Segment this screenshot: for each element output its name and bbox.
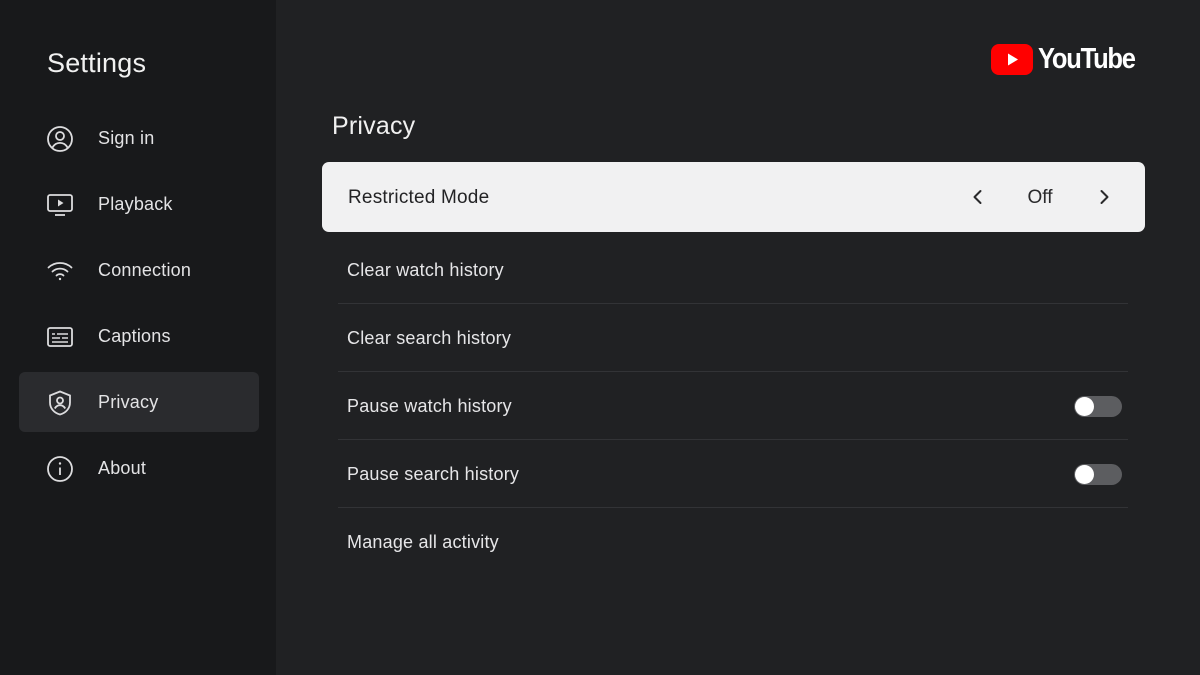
sidebar-item-label: Connection [98, 260, 192, 280]
info-icon [46, 455, 74, 483]
pause-watch-history-toggle[interactable] [1074, 396, 1122, 417]
sidebar-title: Settings [47, 48, 147, 78]
pause-search-history-row[interactable]: Pause search history [338, 440, 1128, 508]
sidebar-item-label: Captions [98, 326, 171, 346]
sidebar-item-privacy[interactable]: Privacy [19, 372, 259, 432]
youtube-play-icon [991, 43, 1033, 75]
youtube-wordmark: YouTube [1038, 42, 1136, 75]
toggle-knob [1075, 465, 1094, 484]
sidebar-item-sign-in[interactable]: Sign in [19, 108, 259, 168]
youtube-logo: YouTube [991, 42, 1148, 76]
page-title: Privacy [332, 112, 416, 140]
sidebar-item-about[interactable]: About [19, 438, 259, 498]
account-circle-icon [46, 125, 74, 153]
tv-play-icon [46, 191, 74, 219]
settings-sidebar: Settings Sign in Playback Connection Cap… [0, 0, 276, 675]
sidebar-item-label: Sign in [98, 128, 155, 148]
sidebar-item-label: About [98, 458, 147, 478]
clear-watch-history-row[interactable]: Clear watch history [338, 236, 1128, 304]
sidebar-item-label: Privacy [98, 392, 159, 412]
row-label: Pause search history [347, 464, 520, 484]
restricted-mode-selector[interactable]: Restricted Mode Off [322, 162, 1145, 232]
restricted-mode-value: Off [1027, 187, 1053, 208]
pause-search-history-toggle[interactable] [1074, 464, 1122, 485]
row-label: Pause watch history [347, 396, 512, 416]
row-label: Manage all activity [347, 532, 499, 552]
sidebar-item-captions[interactable]: Captions [19, 306, 259, 366]
chevron-left-icon[interactable] [968, 187, 988, 207]
clear-search-history-row[interactable]: Clear search history [338, 304, 1128, 372]
settings-nav: Sign in Playback Connection Captions Pri… [19, 108, 259, 504]
restricted-mode-label: Restricted Mode [348, 187, 490, 208]
toggle-knob [1075, 397, 1094, 416]
sidebar-item-playback[interactable]: Playback [19, 174, 259, 234]
wifi-icon [46, 257, 74, 285]
chevron-right-icon[interactable] [1094, 187, 1114, 207]
pause-watch-history-row[interactable]: Pause watch history [338, 372, 1128, 440]
sidebar-item-connection[interactable]: Connection [19, 240, 259, 300]
privacy-options-list: Clear watch history Clear search history… [338, 236, 1128, 575]
manage-all-activity-row[interactable]: Manage all activity [338, 508, 1128, 575]
settings-screen: Settings Sign in Playback Connection Cap… [0, 0, 1200, 675]
row-label: Clear watch history [347, 260, 504, 280]
captions-icon [46, 323, 74, 351]
row-label: Clear search history [347, 328, 512, 348]
sidebar-item-label: Playback [98, 194, 173, 214]
shield-user-icon [46, 389, 74, 417]
